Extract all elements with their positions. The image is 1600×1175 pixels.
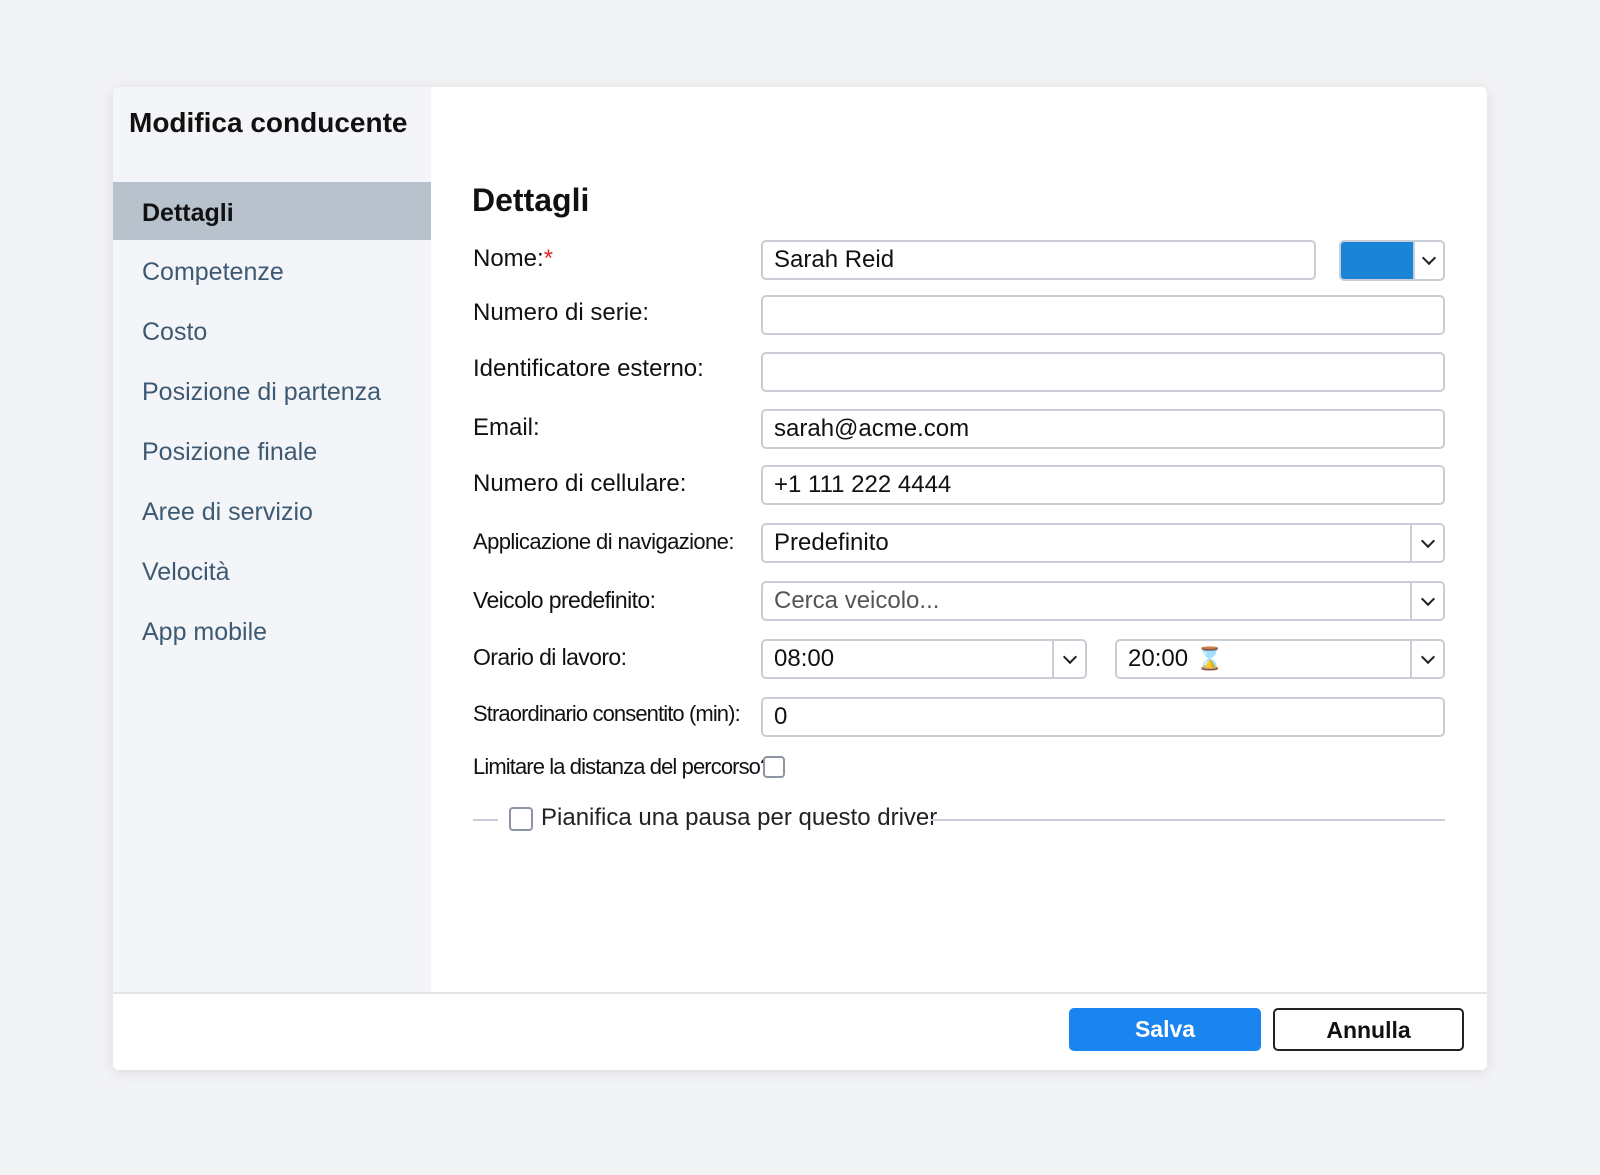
details-panel: Dettagli Nome:* Sarah Reid Numero di ser… [431,87,1487,992]
work-hours-label: Orario di lavoro: [473,644,627,670]
work-start-value: 08:00 [774,645,835,672]
fieldset-line-right [931,819,1445,821]
work-end-value: 20:00 [1128,645,1189,672]
break-label: Pianifica una pausa per questo driver [541,804,938,831]
serial-input[interactable] [761,295,1445,335]
external-id-label: Identificatore esterno: [473,355,704,382]
overtime-label: Straordinario consentito (min): [473,701,741,726]
sidebar-item-posizione-finale[interactable]: Posizione finale [113,422,431,482]
cancel-button[interactable]: Annulla [1273,1008,1464,1051]
name-label: Nome:* [473,245,553,273]
sidebar-nav: Dettagli Competenze Costo Posizione di p… [113,182,431,662]
chevron-down-icon [1052,641,1085,677]
name-label-text: Nome: [473,245,544,272]
required-mark: * [543,245,554,272]
color-swatch [1341,242,1415,279]
sidebar-item-posizione-partenza[interactable]: Posizione di partenza [113,362,431,422]
name-input[interactable]: Sarah Reid [761,240,1316,280]
save-button[interactable]: Salva [1069,1008,1261,1051]
vehicle-select[interactable]: Cerca veicolo... [761,581,1445,621]
edit-driver-dialog: Modifica conducente Dettagli Competenze … [113,87,1487,1070]
external-id-input[interactable] [761,352,1445,392]
break-checkbox[interactable] [509,807,533,831]
sidebar-item-velocita[interactable]: Velocità [113,542,431,602]
dialog-footer: Salva Annulla [113,992,1487,1070]
color-picker-button[interactable] [1339,240,1445,281]
dialog-title: Modifica conducente [129,107,408,138]
mobile-label: Numero di cellulare: [473,470,687,497]
nav-app-select[interactable]: Predefinito [761,523,1445,563]
chevron-down-icon [1410,641,1443,677]
nav-app-label: Applicazione di navigazione: [473,529,734,554]
serial-label: Numero di serie: [473,299,650,326]
section-title: Dettagli [472,182,590,218]
sidebar-item-aree-servizio[interactable]: Aree di servizio [113,482,431,542]
overtime-input[interactable]: 0 [761,697,1445,737]
vehicle-label: Veicolo predefinito: [473,587,656,613]
sidebar: Modifica conducente Dettagli Competenze … [113,87,431,992]
sidebar-item-competenze[interactable]: Competenze [113,242,431,302]
chevron-down-icon [1413,242,1443,279]
email-input[interactable]: sarah@acme.com [761,409,1445,449]
limit-distance-checkbox[interactable] [763,756,785,778]
mobile-input[interactable]: +1 111 222 4444 [761,465,1445,505]
sidebar-item-app-mobile[interactable]: App mobile [113,602,431,662]
sidebar-item-dettagli[interactable]: Dettagli [113,182,431,240]
chevron-down-icon [1410,525,1443,561]
hourglass-icon: ⌛ [1196,646,1224,671]
work-end-select[interactable]: 20:00 ⌛ [1115,639,1445,679]
work-start-select[interactable]: 08:00 [761,639,1087,679]
nav-app-value: Predefinito [774,529,889,556]
vehicle-placeholder: Cerca veicolo... [774,587,940,614]
chevron-down-icon [1410,583,1443,619]
sidebar-item-costo[interactable]: Costo [113,302,431,362]
fieldset-line-left [473,819,498,821]
limit-distance-label: Limitare la distanza del percorso? [473,754,772,779]
email-label: Email: [473,414,540,441]
